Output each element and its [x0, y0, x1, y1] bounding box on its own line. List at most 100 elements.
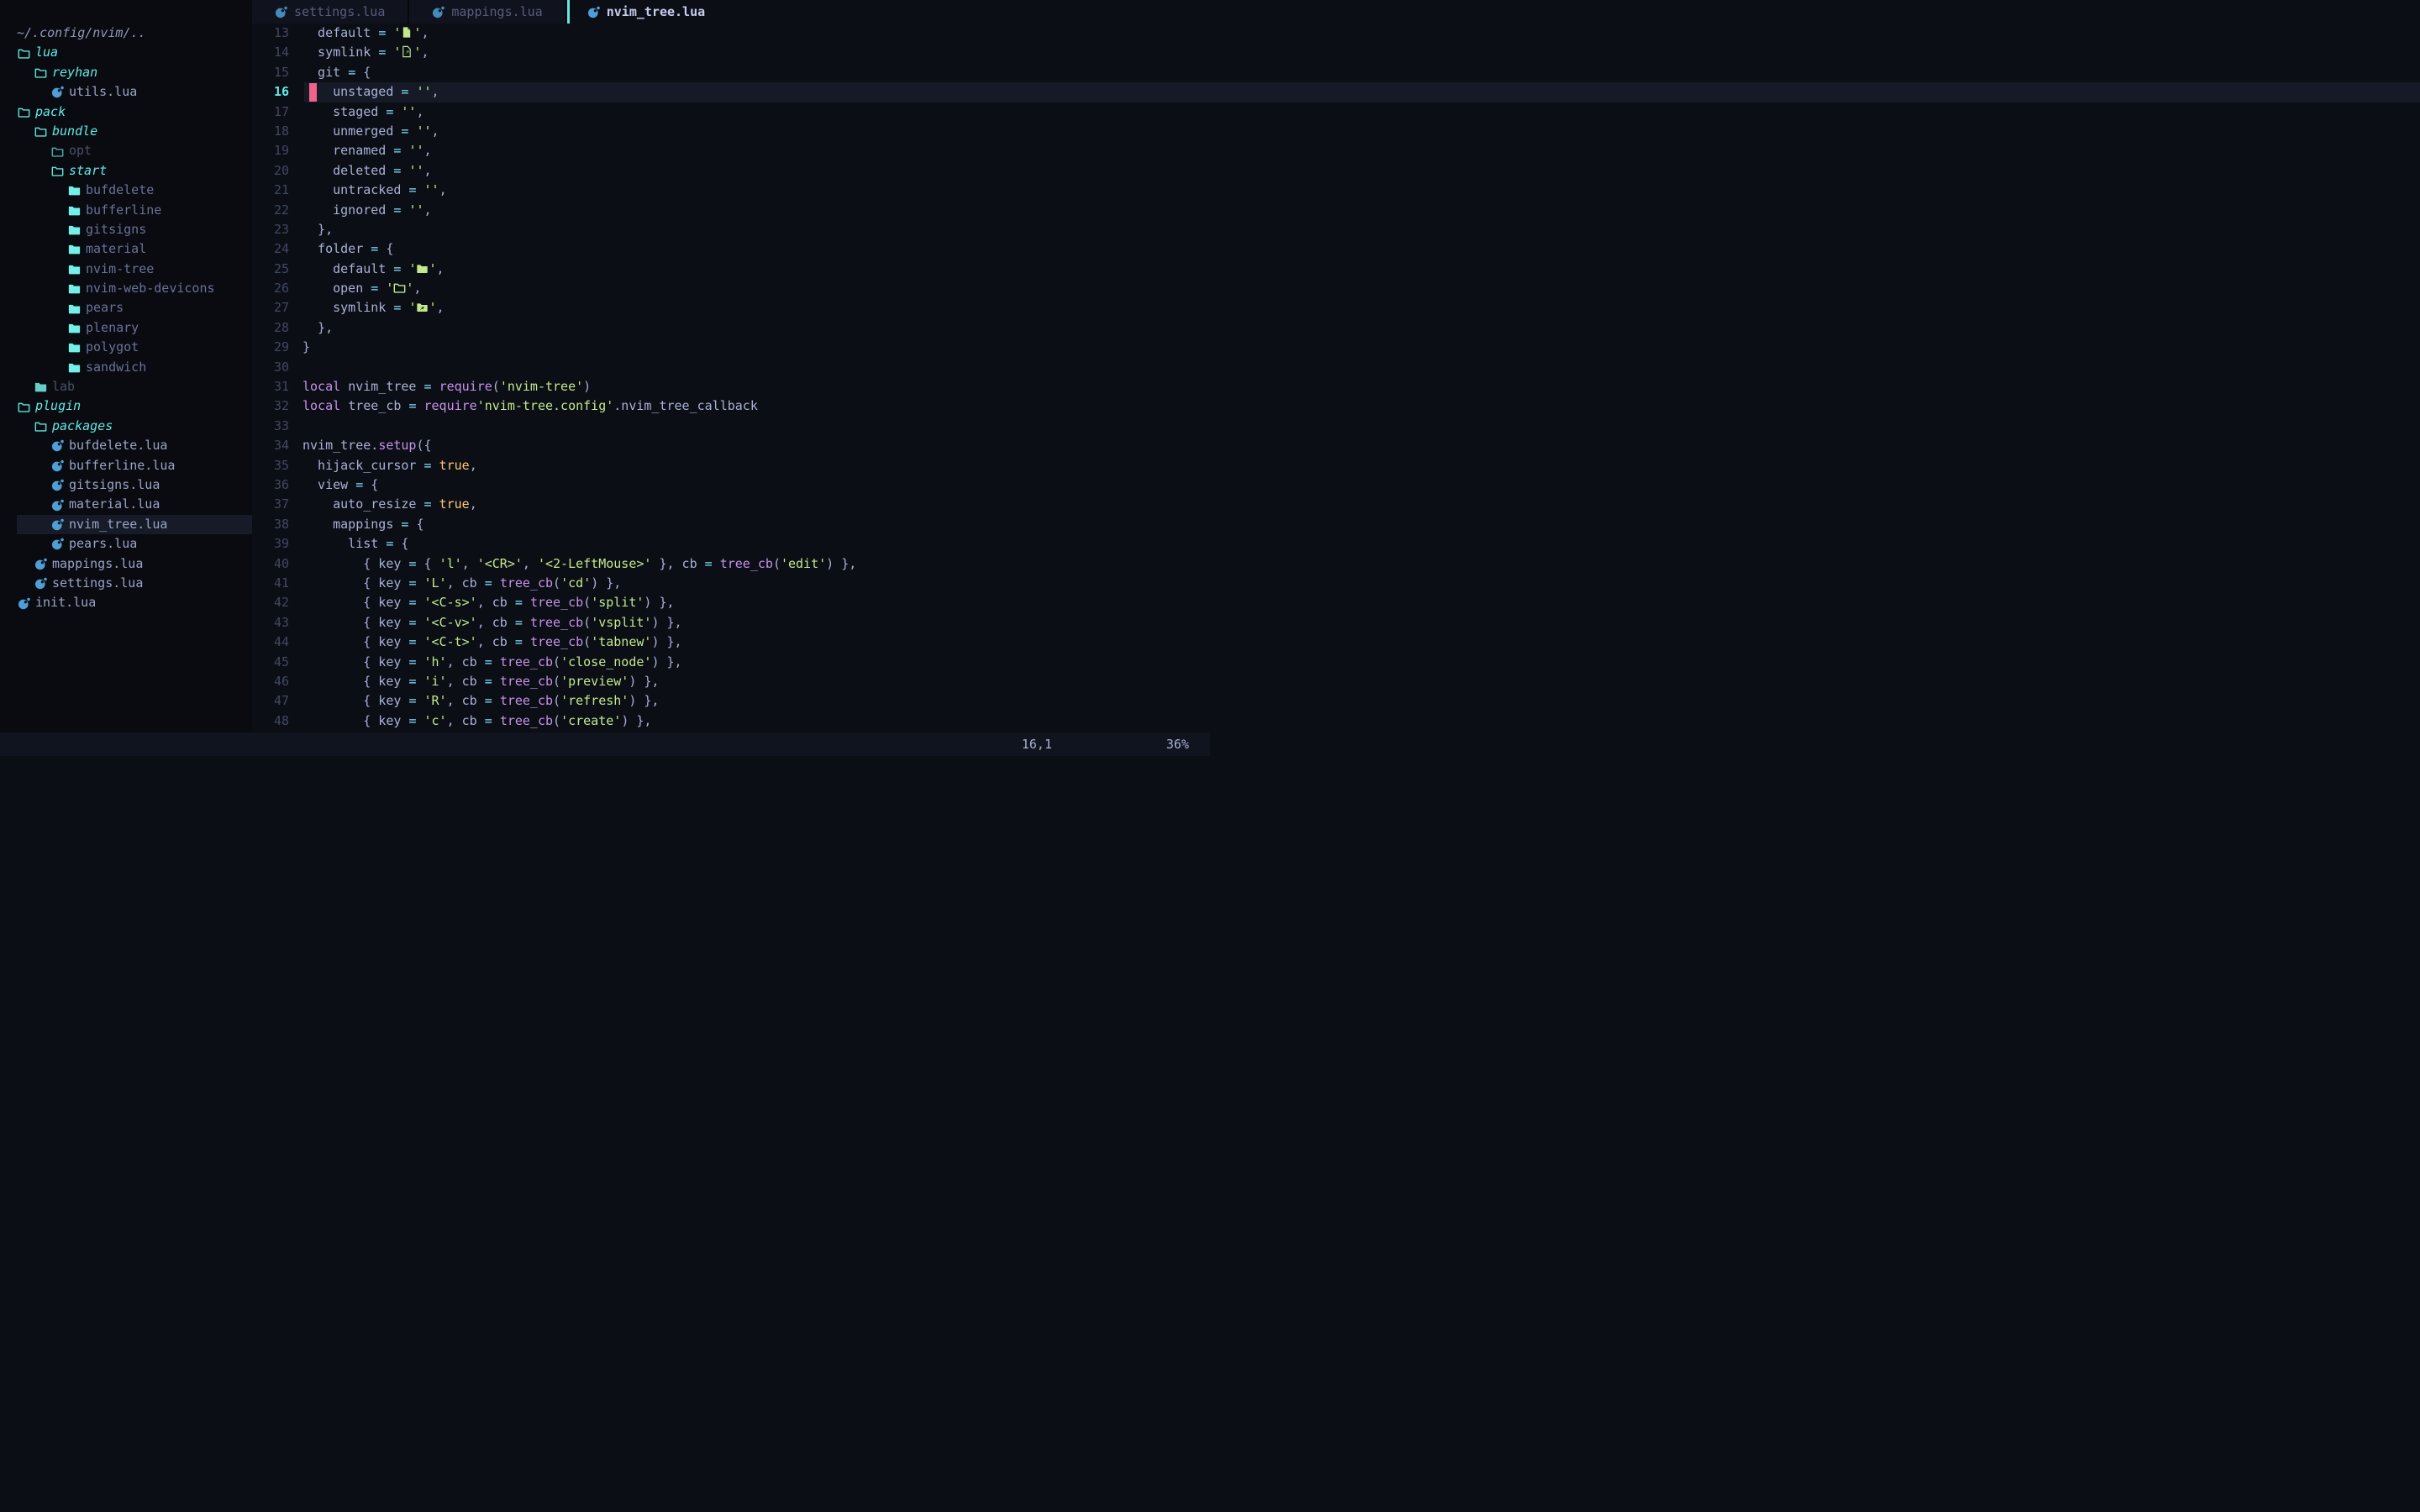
- tree-item-init-lua[interactable]: init.lua: [0, 593, 252, 612]
- tab-nvim-tree-lua[interactable]: nvim_tree.lua: [570, 0, 725, 24]
- folder-symlink-icon: [416, 301, 429, 313]
- code-line-48[interactable]: 48 { key = 'c', cb = tree_cb('create') }…: [252, 711, 2420, 731]
- code-line-27[interactable]: 27 symlink = '',: [252, 298, 2420, 318]
- code-line-46[interactable]: 46 { key = 'i', cb = tree_cb('preview') …: [252, 672, 2420, 691]
- tree-item-opt[interactable]: opt: [0, 141, 252, 160]
- code-token: =: [515, 634, 530, 649]
- tree-item-mappings-lua[interactable]: mappings.lua: [0, 554, 252, 574]
- code-line-19[interactable]: 19 renamed = '',: [252, 141, 2420, 160]
- tree-item-plenary[interactable]: plenary: [0, 318, 252, 338]
- code-line-13[interactable]: 13 default = '',: [252, 24, 2420, 43]
- code-token: (: [583, 595, 591, 610]
- code-token: renamed: [302, 143, 393, 158]
- line-number: 27: [252, 298, 296, 318]
- tree-item-lab[interactable]: lab: [0, 377, 252, 396]
- tree-item-utils-lua[interactable]: utils.lua: [0, 82, 252, 102]
- tree-item-material-lua[interactable]: material.lua: [0, 495, 252, 514]
- code-line-37[interactable]: 37 auto_resize = true,: [252, 495, 2420, 514]
- tree-item-nvim-tree[interactable]: nvim-tree: [0, 260, 252, 279]
- code-line-16[interactable]: 16 unstaged = '',: [252, 82, 2420, 102]
- code-line-30[interactable]: 30: [252, 358, 2420, 377]
- code-line-39[interactable]: 39 list = {: [252, 534, 2420, 554]
- tree-item-bundle[interactable]: bundle: [0, 122, 252, 141]
- code-line-38[interactable]: 38 mappings = {: [252, 515, 2420, 534]
- file-symlink-icon: [401, 45, 413, 58]
- code-token: =: [408, 654, 424, 669]
- tree-item-polygot[interactable]: polygot: [0, 338, 252, 357]
- tree-item-bufferline[interactable]: bufferline: [0, 201, 252, 220]
- code-line-33[interactable]: 33: [252, 417, 2420, 436]
- code-line-47[interactable]: 47 { key = 'R', cb = tree_cb('refresh') …: [252, 691, 2420, 711]
- tree-item-bufferline-lua[interactable]: bufferline.lua: [0, 456, 252, 475]
- tree-item-material[interactable]: material: [0, 239, 252, 259]
- code-line-15[interactable]: 15 git = {: [252, 63, 2420, 82]
- code-line-20[interactable]: 20 deleted = '',: [252, 161, 2420, 181]
- code-line-22[interactable]: 22 ignored = '',: [252, 201, 2420, 220]
- tab-mappings-lua[interactable]: mappings.lua: [409, 0, 566, 24]
- code-token: , cb: [477, 615, 515, 630]
- tree-item-lua[interactable]: lua: [0, 43, 252, 62]
- tree-item-pears[interactable]: pears: [0, 298, 252, 318]
- code-line-44[interactable]: 44 { key = '<C-t>', cb = tree_cb('tabnew…: [252, 633, 2420, 652]
- code-line-35[interactable]: 35 hijack_cursor = true,: [252, 456, 2420, 475]
- line-text: { key = 'R', cb = tree_cb('refresh') },: [302, 691, 659, 711]
- code-line-42[interactable]: 42 { key = '<C-s>', cb = tree_cb('split'…: [252, 593, 2420, 612]
- tree-item-pack[interactable]: pack: [0, 102, 252, 122]
- code-line-31[interactable]: 31local nvim_tree = require('nvim-tree'): [252, 377, 2420, 396]
- code-token: auto_resize: [302, 496, 424, 512]
- tree-item-packages[interactable]: packages: [0, 417, 252, 436]
- code-token: (: [492, 379, 500, 394]
- tree-item-bufdelete[interactable]: bufdelete: [0, 181, 252, 200]
- code-line-34[interactable]: 34nvim_tree.setup({: [252, 436, 2420, 455]
- code-token: , cb: [447, 674, 485, 689]
- code-line-41[interactable]: 41 { key = 'L', cb = tree_cb('cd') },: [252, 574, 2420, 593]
- code-line-40[interactable]: 40 { key = { 'l', '<CR>', '<2-LeftMouse>…: [252, 554, 2420, 574]
- code-line-24[interactable]: 24 folder = {: [252, 239, 2420, 259]
- tree-item-nvim-web-devicons[interactable]: nvim-web-devicons: [0, 279, 252, 298]
- code-line-43[interactable]: 43 { key = '<C-v>', cb = tree_cb('vsplit…: [252, 613, 2420, 633]
- tree-item-gitsigns[interactable]: gitsigns: [0, 220, 252, 239]
- tree-item-bufdelete-lua[interactable]: bufdelete.lua: [0, 436, 252, 455]
- tree-item-plugin[interactable]: plugin: [0, 396, 252, 416]
- code-line-18[interactable]: 18 unmerged = '',: [252, 122, 2420, 141]
- code-token: 'close_node': [560, 654, 651, 669]
- tree-item-sandwich[interactable]: sandwich: [0, 358, 252, 377]
- code-line-23[interactable]: 23 },: [252, 220, 2420, 239]
- code-token: ) },: [651, 634, 681, 649]
- tab-settings-lua[interactable]: settings.lua: [252, 0, 409, 24]
- tree-item-label: bufferline: [86, 201, 161, 220]
- tree-item-nvim-tree-lua[interactable]: nvim_tree.lua: [0, 515, 252, 534]
- file-icon: [401, 26, 413, 39]
- code-token: =: [408, 595, 424, 610]
- code-token: =: [393, 163, 408, 178]
- tree-item-label: nvim-web-devicons: [86, 279, 215, 298]
- code-line-14[interactable]: 14 symlink = '',: [252, 43, 2420, 62]
- tree-item-label: gitsigns.lua: [69, 475, 160, 495]
- code-token: '': [416, 123, 431, 139]
- code-line-25[interactable]: 25 default = '',: [252, 260, 2420, 279]
- code-token: =: [393, 300, 408, 315]
- code-line-32[interactable]: 32local tree_cb = require'nvim-tree.conf…: [252, 396, 2420, 416]
- code-line-17[interactable]: 17 staged = '',: [252, 102, 2420, 122]
- tree-item-reyhan[interactable]: reyhan: [0, 63, 252, 82]
- code-line-21[interactable]: 21 untracked = '',: [252, 181, 2420, 200]
- line-number: 35: [252, 456, 296, 475]
- code-token: ) },: [651, 654, 681, 669]
- code-token: unmerged: [302, 123, 401, 139]
- code-line-45[interactable]: 45 { key = 'h', cb = tree_cb('close_node…: [252, 653, 2420, 672]
- folder-closed-icon: [67, 262, 81, 276]
- code-token: },: [302, 320, 333, 335]
- code-line-28[interactable]: 28 },: [252, 318, 2420, 338]
- code-token: local: [302, 379, 348, 394]
- code-token: }: [302, 339, 310, 354]
- tree-item-start[interactable]: start: [0, 161, 252, 181]
- code-line-29[interactable]: 29}: [252, 338, 2420, 357]
- tree-item-pears-lua[interactable]: pears.lua: [0, 534, 252, 554]
- code-line-26[interactable]: 26 open = '',: [252, 279, 2420, 298]
- line-number: 40: [252, 554, 296, 574]
- tree-item-settings-lua[interactable]: settings.lua: [0, 574, 252, 593]
- code-line-36[interactable]: 36 view = {: [252, 475, 2420, 495]
- tree-item-label: lua: [35, 43, 58, 62]
- tree-root-path[interactable]: ~/.config/nvim/..: [0, 24, 252, 43]
- tree-item-gitsigns-lua[interactable]: gitsigns.lua: [0, 475, 252, 495]
